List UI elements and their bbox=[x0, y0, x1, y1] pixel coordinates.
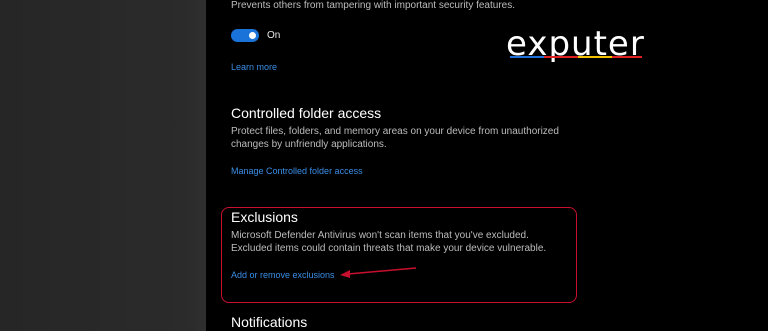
toggle-knob bbox=[249, 32, 256, 39]
notifications-heading: Notifications bbox=[231, 314, 308, 330]
logo-stripe-red bbox=[544, 56, 578, 58]
controlled-folder-access-heading: Controlled folder access bbox=[231, 105, 382, 121]
exclusions-description-line1: Microsoft Defender Antivirus won't scan … bbox=[231, 230, 529, 241]
toggle-state-label: On bbox=[267, 30, 281, 41]
controlled-folder-access-description-line1: Protect files, folders, and memory areas… bbox=[231, 126, 559, 137]
logo-stripe-yellow bbox=[578, 56, 612, 58]
annotation-arrow-icon bbox=[340, 267, 417, 278]
logo-stripe-red-2 bbox=[612, 56, 642, 58]
exclusions-heading: Exclusions bbox=[231, 209, 298, 225]
add-or-remove-exclusions-link[interactable]: Add or remove exclusions bbox=[231, 269, 335, 281]
screenshot-root: Prevents others from tampering with impo… bbox=[0, 0, 768, 331]
exputer-watermark-logo: exputer bbox=[506, 24, 676, 68]
left-navigation-pane bbox=[0, 0, 206, 331]
manage-controlled-folder-access-link[interactable]: Manage Controlled folder access bbox=[231, 165, 363, 177]
logo-stripe-blue bbox=[510, 56, 544, 58]
exclusions-description-line2: Excluded items could contain threats tha… bbox=[231, 243, 547, 254]
tamper-protection-description: Prevents others from tampering with impo… bbox=[231, 0, 516, 11]
watermark-text: exputer bbox=[506, 24, 645, 64]
controlled-folder-access-description-line2: changes by unfriendly applications. bbox=[231, 139, 387, 150]
learn-more-link[interactable]: Learn more bbox=[231, 61, 277, 73]
tamper-protection-toggle[interactable] bbox=[231, 29, 259, 42]
